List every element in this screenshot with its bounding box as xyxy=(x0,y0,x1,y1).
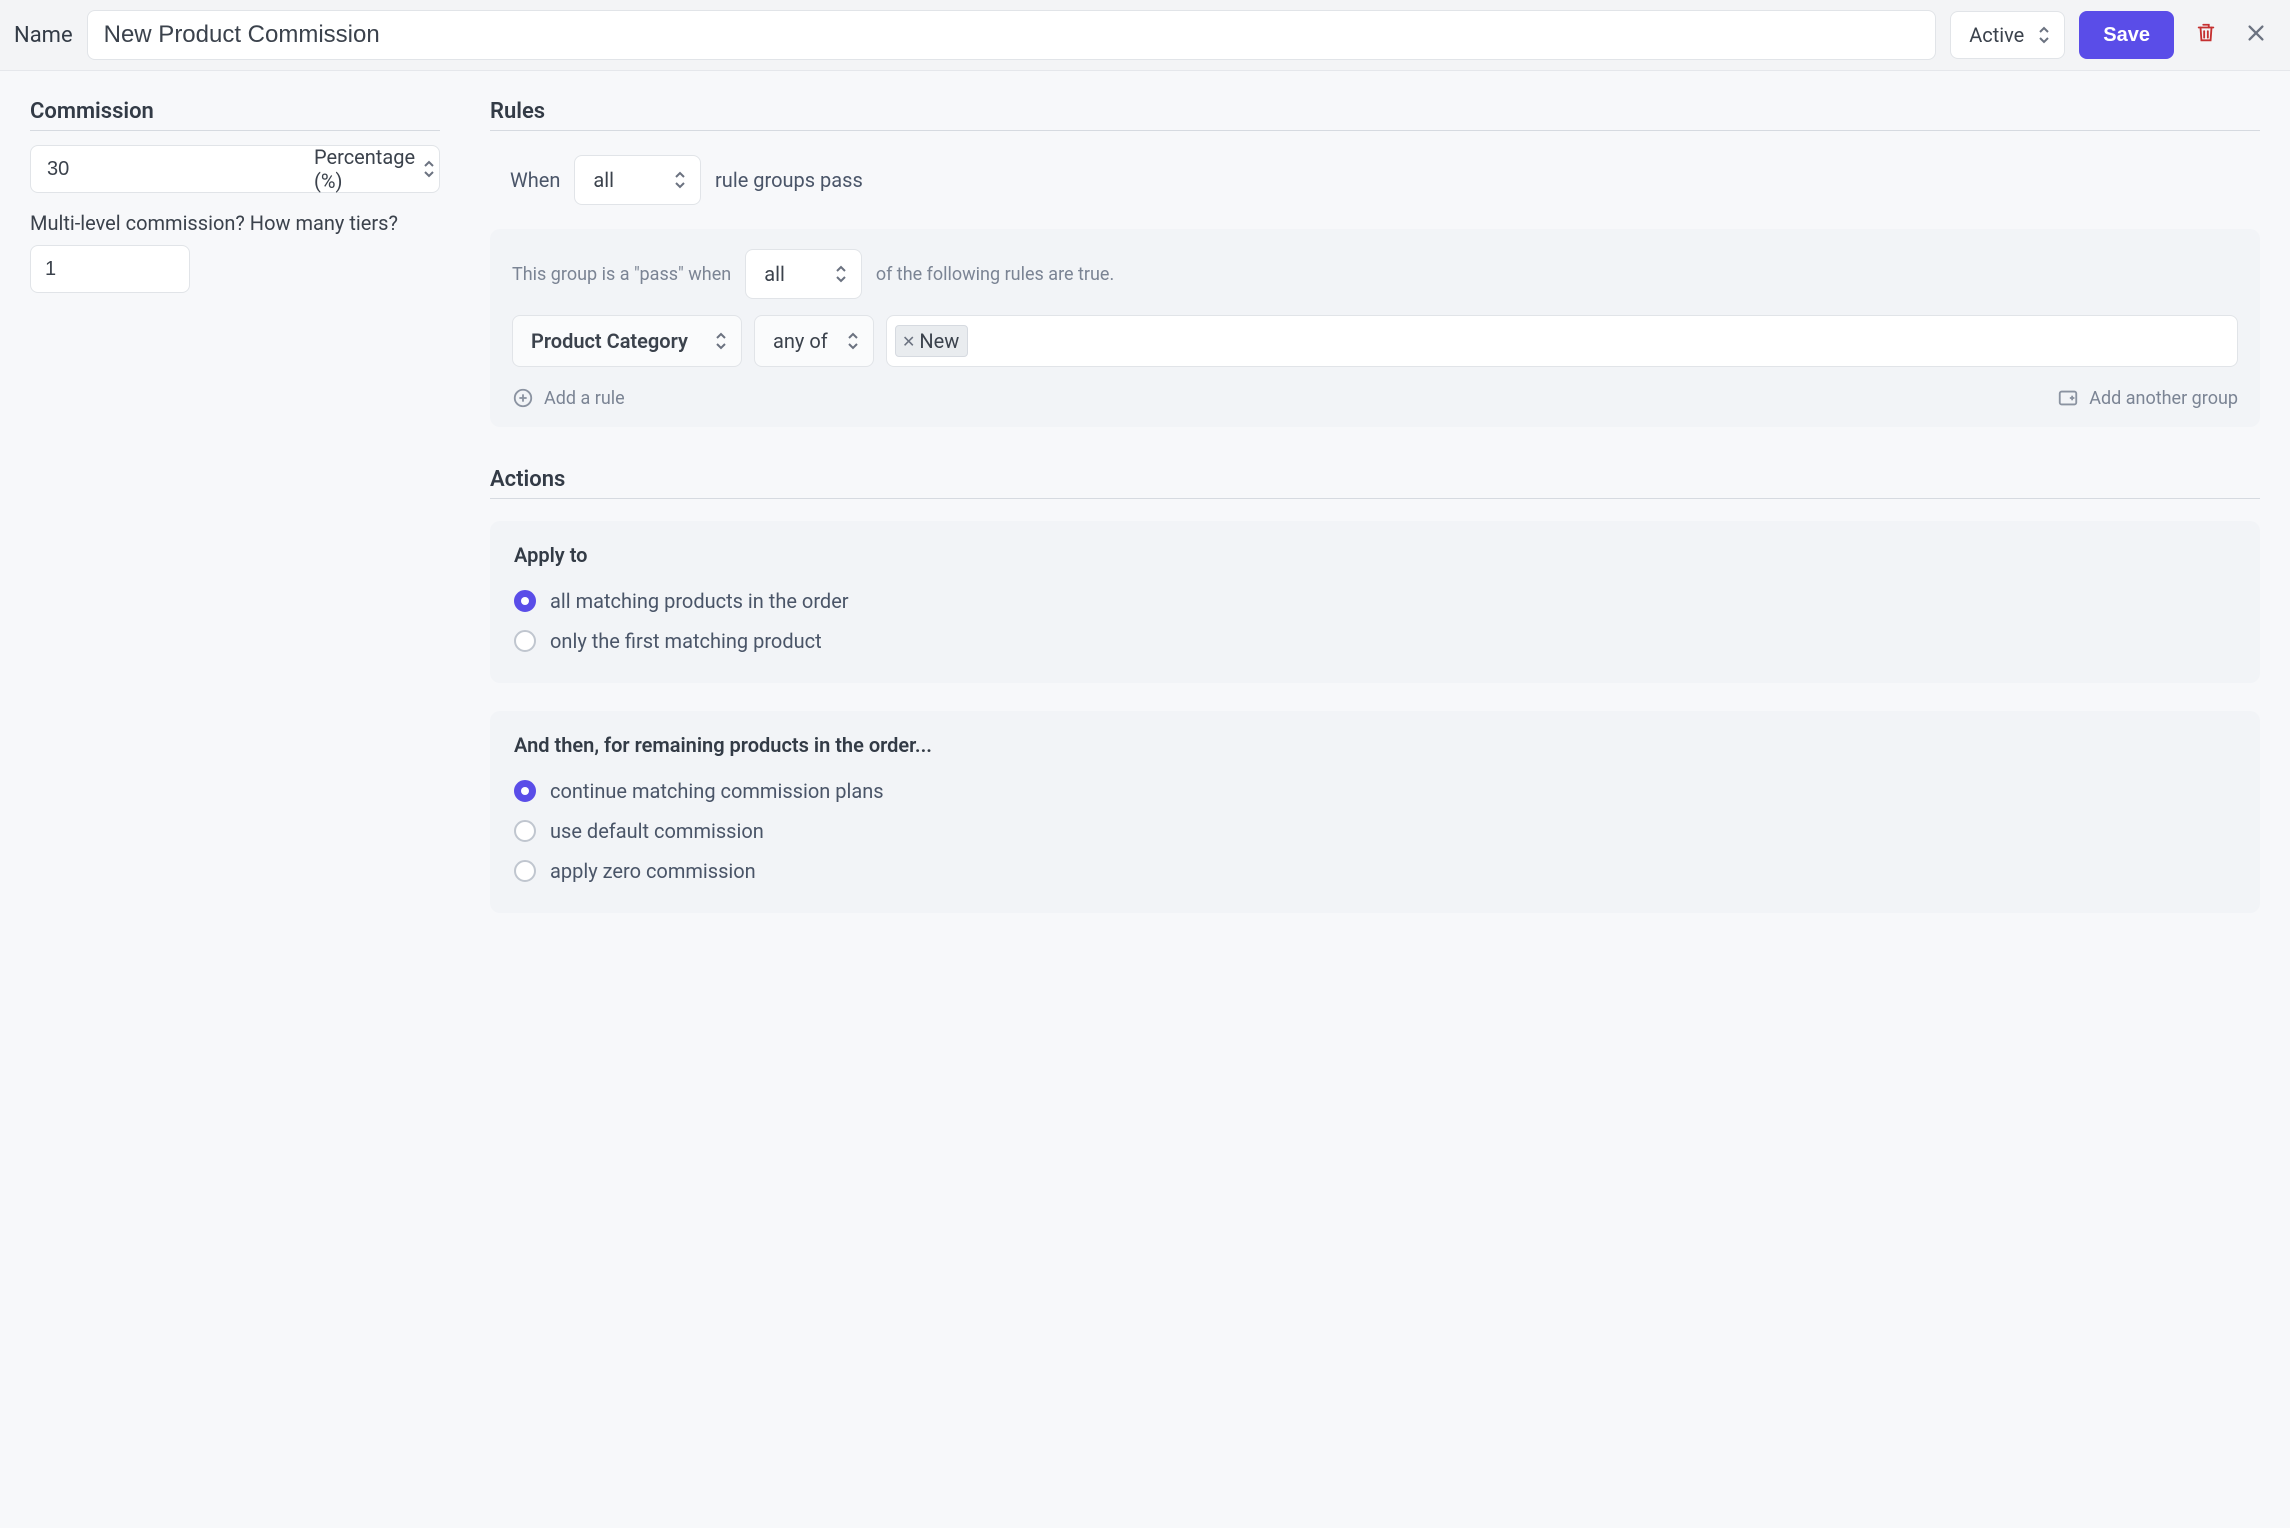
apply-to-option[interactable]: only the first matching product xyxy=(514,621,2236,661)
radio-icon xyxy=(514,860,536,882)
rule-value-taginput[interactable]: ✕ New xyxy=(886,315,2238,367)
group-mode-value: all xyxy=(764,262,785,286)
radio-icon xyxy=(514,780,536,802)
chevron-up-down-icon xyxy=(2038,26,2050,44)
add-rule-button[interactable]: Add a rule xyxy=(512,387,625,409)
chevron-up-down-icon xyxy=(423,160,435,178)
save-button[interactable]: Save xyxy=(2079,11,2174,59)
group-sentence: This group is a "pass" when all of the f… xyxy=(512,249,2238,299)
when-label: When xyxy=(510,168,560,192)
add-group-label: Add another group xyxy=(2089,388,2238,409)
radio-label: use default commission xyxy=(550,819,764,843)
chevron-up-down-icon xyxy=(674,171,686,189)
tag-chip[interactable]: ✕ New xyxy=(895,325,968,357)
apply-to-option[interactable]: all matching products in the order xyxy=(514,581,2236,621)
when-suffix: rule groups pass xyxy=(715,168,863,192)
rules-match-mode-select[interactable]: all xyxy=(574,155,701,205)
chevron-up-down-icon xyxy=(715,332,727,350)
remaining-card: And then, for remaining products in the … xyxy=(490,711,2260,913)
status-value: Active xyxy=(1969,23,2024,47)
header-bar: Name Active Save xyxy=(0,0,2290,71)
rules-title: Rules xyxy=(490,99,2260,131)
tag-remove-icon[interactable]: ✕ xyxy=(902,332,917,351)
apply-to-heading: Apply to xyxy=(514,543,2236,567)
name-label: Name xyxy=(14,23,73,48)
actions-section: Actions Apply to all matching products i… xyxy=(490,467,2260,913)
tiers-label: Multi-level commission? How many tiers? xyxy=(30,211,440,235)
status-select[interactable]: Active xyxy=(1950,11,2065,59)
tag-label: New xyxy=(919,329,959,353)
close-icon xyxy=(2245,22,2267,49)
commission-title: Commission xyxy=(30,99,440,131)
group-suffix: of the following rules are true. xyxy=(876,264,1114,285)
radio-label: all matching products in the order xyxy=(550,589,849,613)
group-footer: Add a rule Add another group xyxy=(512,387,2238,409)
apply-to-card: Apply to all matching products in the or… xyxy=(490,521,2260,683)
add-folder-icon xyxy=(2057,387,2079,409)
rule-group-panel: This group is a "pass" when all of the f… xyxy=(490,229,2260,427)
delete-button[interactable] xyxy=(2188,17,2224,53)
commission-type-label: Percentage (%) xyxy=(314,145,415,193)
actions-title: Actions xyxy=(490,467,2260,499)
rule-field-select[interactable]: Product Category xyxy=(512,315,742,367)
chevron-up-down-icon xyxy=(847,332,859,350)
rules-when-sentence: When all rule groups pass xyxy=(510,155,2260,205)
close-button[interactable] xyxy=(2238,17,2274,53)
group-mode-select[interactable]: all xyxy=(745,249,862,299)
commission-column: Commission Percentage (%) Multi-level co… xyxy=(30,99,440,913)
radio-label: apply zero commission xyxy=(550,859,756,883)
plus-circle-icon xyxy=(512,387,534,409)
rule-operator-value: any of xyxy=(773,329,828,353)
commission-input[interactable]: Percentage (%) xyxy=(30,145,440,193)
main-content: Commission Percentage (%) Multi-level co… xyxy=(0,71,2290,953)
chevron-up-down-icon xyxy=(835,265,847,283)
remaining-heading: And then, for remaining products in the … xyxy=(514,733,2236,757)
rule-field-value: Product Category xyxy=(531,329,688,353)
trash-icon xyxy=(2195,22,2217,49)
right-column: Rules When all rule groups pass This gro… xyxy=(490,99,2260,913)
commission-amount-field[interactable] xyxy=(45,157,314,182)
radio-icon xyxy=(514,630,536,652)
remaining-option[interactable]: continue matching commission plans xyxy=(514,771,2236,811)
add-group-button[interactable]: Add another group xyxy=(2057,387,2238,409)
radio-label: only the first matching product xyxy=(550,629,822,653)
group-prefix: This group is a "pass" when xyxy=(512,264,731,285)
radio-icon xyxy=(514,820,536,842)
plan-name-input[interactable] xyxy=(87,10,1937,60)
rule-row: Product Category any of ✕ xyxy=(512,315,2238,367)
radio-icon xyxy=(514,590,536,612)
radio-label: continue matching commission plans xyxy=(550,779,884,803)
remaining-option[interactable]: use default commission xyxy=(514,811,2236,851)
add-rule-label: Add a rule xyxy=(544,388,625,409)
tiers-input[interactable] xyxy=(30,245,190,293)
remaining-option[interactable]: apply zero commission xyxy=(514,851,2236,891)
rules-match-mode-value: all xyxy=(593,168,614,192)
rule-operator-select[interactable]: any of xyxy=(754,315,874,367)
